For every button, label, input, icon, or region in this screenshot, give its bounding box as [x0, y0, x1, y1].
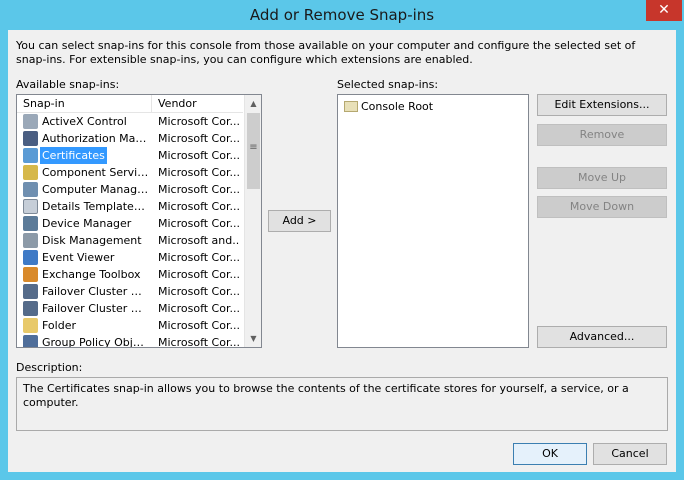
ok-button[interactable]: OK — [513, 443, 587, 465]
list-item[interactable]: Certificates Microsoft Cor... — [17, 147, 243, 164]
selected-snapins-tree[interactable]: Console Root — [337, 94, 529, 348]
snapin-name: ActiveX Control — [42, 115, 127, 128]
scrollbar-thumb[interactable]: ≡ — [247, 113, 260, 189]
tree-item-label: Console Root — [361, 100, 434, 113]
list-item[interactable]: Details Templates E... Microsoft Cor... — [17, 198, 243, 215]
snapin-vendor: Microsoft and... — [158, 234, 240, 247]
window-title: Add or Remove Snap-ins — [249, 6, 435, 24]
list-item[interactable]: ActiveX Control Microsoft Cor... — [17, 113, 243, 130]
snapin-name: Details Templates E... — [42, 200, 152, 213]
snapin-name: Authorization Manager — [42, 132, 152, 145]
snapin-vendor: Microsoft Cor... — [158, 251, 240, 264]
snapin-vendor: Microsoft Cor... — [158, 132, 240, 145]
snapin-name: Folder — [42, 319, 76, 332]
scroll-down-arrow-icon[interactable]: ▼ — [245, 330, 261, 347]
event-viewer-icon — [23, 250, 38, 265]
snapin-name: Computer Managem... — [42, 183, 152, 196]
list-header: Snap-in Vendor — [17, 95, 243, 113]
snapin-vendor: Microsoft Cor... — [158, 302, 240, 315]
failover-cluster-icon — [23, 284, 38, 299]
failover-cluster-icon — [23, 301, 38, 316]
list-item[interactable]: Authorization Manager Microsoft Cor... — [17, 130, 243, 147]
certificates-icon — [23, 148, 38, 163]
list-item[interactable]: Folder Microsoft Cor... — [17, 317, 243, 334]
cancel-button[interactable]: Cancel — [593, 443, 667, 465]
available-snapins-label: Available snap-ins: — [16, 78, 120, 91]
scroll-up-arrow-icon[interactable]: ▲ — [245, 95, 261, 112]
exchange-toolbox-icon — [23, 267, 38, 282]
column-header-snapin[interactable]: Snap-in — [17, 95, 152, 113]
dialog-client-area: You can select snap-ins for this console… — [8, 30, 676, 472]
snapin-vendor: Microsoft Cor... — [158, 268, 240, 281]
snapin-vendor: Microsoft Cor... — [158, 183, 240, 196]
folder-icon — [344, 101, 358, 112]
list-item[interactable]: Computer Managem... Microsoft Cor... — [17, 181, 243, 198]
list-item[interactable]: Exchange Toolbox Microsoft Cor... — [17, 266, 243, 283]
group-policy-icon — [23, 335, 38, 347]
list-item[interactable]: Group Policy Object ... Microsoft Cor... — [17, 334, 243, 348]
move-up-button[interactable]: Move Up — [537, 167, 667, 189]
snapin-vendor: Microsoft Cor... — [158, 319, 240, 332]
snapin-name: Event Viewer — [42, 251, 115, 264]
description-label: Description: — [16, 361, 83, 374]
add-button[interactable]: Add > — [268, 210, 331, 232]
list-rows: ActiveX Control Microsoft Cor... Authoriza… — [17, 113, 243, 348]
device-manager-icon — [23, 216, 38, 231]
description-text: The Certificates snap-in allows you to b… — [23, 382, 629, 409]
snapin-vendor: Microsoft Cor... — [158, 285, 240, 298]
snapin-name: Certificates — [40, 147, 107, 164]
description-box: The Certificates snap-in allows you to b… — [16, 377, 668, 431]
list-item[interactable]: Failover Cluster Man... Microsoft Cor... — [17, 300, 243, 317]
snapin-name: Disk Management — [42, 234, 142, 247]
authorization-manager-icon — [23, 131, 38, 146]
list-item[interactable]: Event Viewer Microsoft Cor... — [17, 249, 243, 266]
vertical-scrollbar[interactable]: ▲ ≡ ▼ — [244, 95, 261, 347]
grip-icon: ≡ — [249, 142, 258, 153]
component-services-icon — [23, 165, 38, 180]
snapin-name: Exchange Toolbox — [42, 268, 141, 281]
list-item[interactable]: Failover Cluster Man... Microsoft Cor... — [17, 283, 243, 300]
details-templates-icon — [23, 199, 38, 214]
snapin-vendor: Microsoft Cor... — [158, 200, 240, 213]
folder-icon — [23, 318, 38, 333]
selected-snapins-label: Selected snap-ins: — [337, 78, 439, 91]
snapin-name: Group Policy Object ... — [42, 336, 152, 348]
intro-text: You can select snap-ins for this console… — [16, 39, 636, 66]
snapin-vendor: Microsoft Cor... — [158, 166, 240, 179]
available-snapins-list[interactable]: Snap-in Vendor ActiveX Control Microsoft … — [16, 94, 262, 348]
move-down-button[interactable]: Move Down — [537, 196, 667, 218]
list-item[interactable]: Component Services Microsoft Cor... — [17, 164, 243, 181]
snapin-name: Component Services — [42, 166, 152, 179]
remove-button[interactable]: Remove — [537, 124, 667, 146]
list-item[interactable]: Device Manager Microsoft Cor... — [17, 215, 243, 232]
snapin-name: Device Manager — [42, 217, 132, 230]
snapin-vendor: Microsoft Cor... — [158, 217, 240, 230]
snapin-vendor: Microsoft Cor... — [158, 115, 240, 128]
snapin-name: Failover Cluster Man... — [42, 302, 152, 315]
disk-management-icon — [23, 233, 38, 248]
advanced-button[interactable]: Advanced... — [537, 326, 667, 348]
computer-management-icon — [23, 182, 38, 197]
snapin-vendor: Microsoft Cor... — [158, 336, 240, 348]
activex-icon — [23, 114, 38, 129]
edit-extensions-button[interactable]: Edit Extensions... — [537, 94, 667, 116]
list-item[interactable]: Disk Management Microsoft and... — [17, 232, 243, 249]
snapin-name: Failover Cluster Man... — [42, 285, 152, 298]
column-header-vendor[interactable]: Vendor — [153, 95, 243, 113]
title-bar: Add or Remove Snap-ins ✕ — [0, 0, 684, 30]
close-button[interactable]: ✕ — [646, 0, 682, 21]
snapin-vendor: Microsoft Cor... — [158, 149, 240, 162]
